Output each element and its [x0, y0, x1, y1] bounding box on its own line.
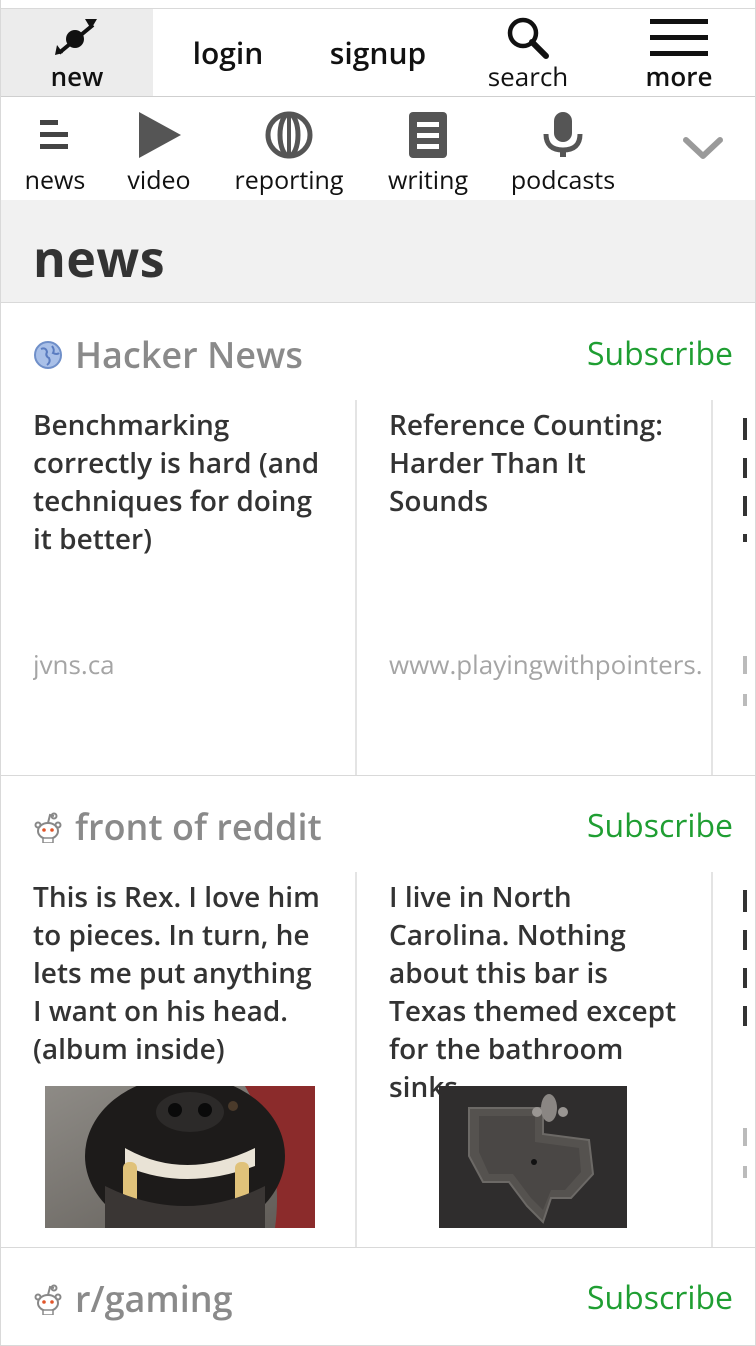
- category-video-label: video: [127, 163, 191, 197]
- category-reporting[interactable]: reporting: [227, 98, 351, 200]
- search-icon: [505, 15, 551, 66]
- subscribe-button[interactable]: Subscribe: [587, 804, 733, 847]
- list-icon: [40, 110, 70, 160]
- category-bar: news video reporting writing podcasts: [1, 98, 755, 200]
- card-list: This is Rex. I love him to pieces. In tu…: [1, 872, 755, 1247]
- story-card-peek[interactable]: [713, 400, 755, 775]
- story-title[interactable]: Benchmarking correctly is hard (and tech…: [33, 406, 325, 558]
- feed-header[interactable]: r/gaming: [33, 1274, 233, 1323]
- signup-link[interactable]: signup: [303, 9, 453, 96]
- feed-front-of-reddit: front of reddit Subscribe This is Rex. I…: [1, 776, 755, 1248]
- story-card[interactable]: Reference Counting: Harder Than It Sound…: [357, 400, 713, 775]
- story-title[interactable]: This is Rex. I love him to pieces. In tu…: [33, 878, 325, 1068]
- category-news-label: news: [24, 163, 86, 197]
- peek-text: [743, 406, 751, 706]
- more-label: more: [645, 58, 713, 94]
- card-list: Benchmarking correctly is hard (and tech…: [1, 400, 755, 775]
- story-domain: www.playingwithpointers.com: [389, 646, 701, 682]
- nav-new-label: new: [50, 58, 104, 94]
- page: new login signup search more news video …: [0, 0, 756, 1346]
- nav-new[interactable]: new: [1, 9, 153, 96]
- feed-name: front of reddit: [75, 802, 322, 851]
- story-card[interactable]: I live in North Carolina. Nothing about …: [357, 872, 713, 1247]
- more-button[interactable]: more: [603, 9, 755, 96]
- globe-icon: [33, 340, 63, 370]
- texas-sink-photo[interactable]: [439, 1086, 627, 1228]
- story-title[interactable]: Reference Counting: Harder Than It Sound…: [389, 406, 681, 520]
- category-news[interactable]: news: [17, 98, 93, 200]
- feed-header[interactable]: Hacker News: [33, 330, 303, 379]
- planet-icon: [53, 15, 101, 66]
- subscribe-button[interactable]: Subscribe: [587, 332, 733, 375]
- reddit-alien-icon: [33, 812, 63, 843]
- story-domain: jvns.ca: [33, 646, 115, 682]
- category-podcasts-label: podcasts: [510, 163, 616, 197]
- hamburger-icon: [650, 19, 708, 64]
- category-podcasts[interactable]: podcasts: [503, 98, 623, 200]
- microphone-icon: [543, 110, 583, 160]
- top-nav: new login signup search more: [1, 8, 755, 97]
- search-button[interactable]: search: [453, 9, 603, 96]
- section-title: news: [33, 224, 166, 292]
- login-link[interactable]: login: [153, 9, 303, 96]
- story-card[interactable]: Benchmarking correctly is hard (and tech…: [1, 400, 357, 775]
- dog-photo[interactable]: [45, 1086, 315, 1228]
- category-video[interactable]: video: [119, 98, 199, 200]
- search-label: search: [487, 58, 569, 94]
- story-card[interactable]: This is Rex. I love him to pieces. In tu…: [1, 872, 357, 1247]
- play-icon: [137, 110, 181, 160]
- peek-text: [743, 878, 751, 1178]
- subscribe-button[interactable]: Subscribe: [587, 1276, 733, 1319]
- category-reporting-label: reporting: [234, 163, 344, 197]
- story-card-peek[interactable]: [713, 872, 755, 1247]
- story-title[interactable]: I live in North Carolina. Nothing about …: [389, 878, 681, 1106]
- feed-r-gaming: r/gaming Subscribe: [1, 1248, 755, 1346]
- feed-hacker-news: Hacker News Subscribe Benchmarking corre…: [1, 304, 755, 776]
- section-header: news: [1, 200, 755, 303]
- globe-icon: [265, 110, 313, 160]
- chevron-down-icon: [683, 136, 723, 165]
- reddit-alien-icon: [33, 1284, 63, 1315]
- expand-categories-button[interactable]: [673, 126, 733, 174]
- feed-name: r/gaming: [75, 1274, 233, 1323]
- feed-header[interactable]: front of reddit: [33, 802, 322, 851]
- feed-name: Hacker News: [75, 330, 303, 379]
- category-writing[interactable]: writing: [379, 98, 477, 200]
- category-writing-label: writing: [387, 163, 469, 197]
- document-icon: [409, 110, 447, 160]
